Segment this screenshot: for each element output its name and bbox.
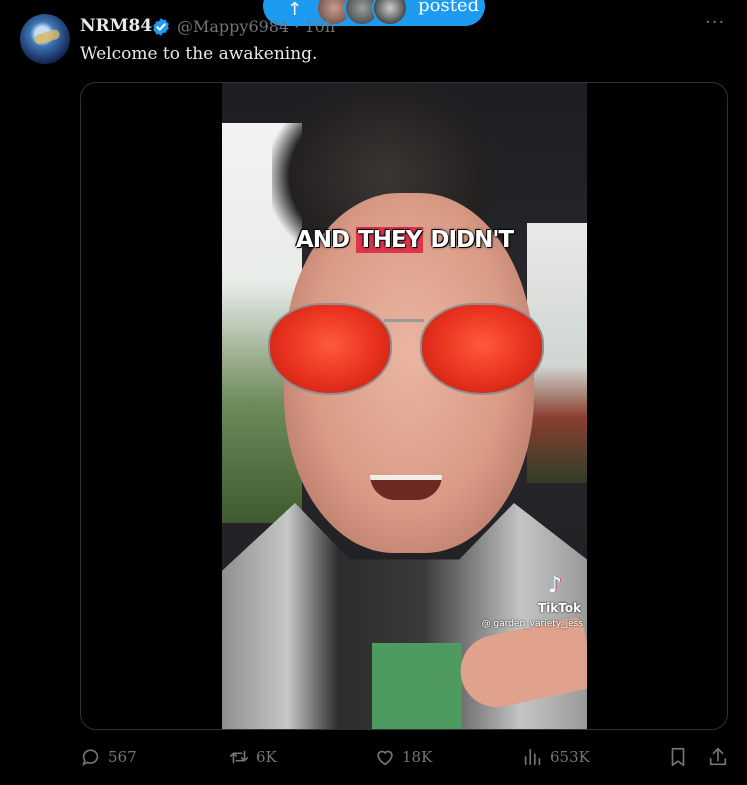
tweet-text: Welcome to the awakening. (80, 44, 318, 64)
reply-button[interactable]: 567 (80, 746, 137, 768)
repost-button[interactable]: 6K (228, 746, 277, 768)
video-player[interactable]: AND THEY DIDN'T ♪ TikTok @ garden_variet… (80, 82, 728, 730)
share-button[interactable] (707, 746, 735, 768)
author-avatar[interactable] (20, 14, 70, 64)
video-caption: AND THEY DIDN'T (295, 227, 514, 253)
video-frame[interactable]: AND THEY DIDN'T ♪ TikTok @ garden_variet… (222, 83, 587, 729)
action-bar: 567 6K 18K 653K (80, 740, 740, 776)
repost-icon (229, 750, 249, 764)
bookmark-button[interactable] (667, 746, 695, 768)
verified-badge-icon (153, 18, 169, 36)
reply-count: 567 (108, 748, 137, 766)
bookmark-icon (671, 747, 685, 767)
tiktok-watermark: TikTok (538, 601, 582, 615)
heart-icon (377, 750, 393, 766)
tiktok-logo-icon: ♪ (548, 573, 563, 598)
author-display-name[interactable]: NRM84 (80, 16, 152, 36)
share-icon (709, 747, 727, 766)
tiktok-username: @ garden_variety_jess (481, 619, 583, 629)
views-count: 653K (550, 748, 590, 766)
new-posts-label: posted (418, 0, 480, 16)
views-button[interactable]: 653K (522, 746, 590, 768)
views-chart-icon (524, 748, 541, 766)
poster-avatar (372, 0, 409, 26)
like-count: 18K (402, 748, 433, 766)
like-button[interactable]: 18K (374, 746, 432, 768)
reply-icon (82, 749, 99, 767)
more-options-icon[interactable]: ··· (705, 12, 725, 33)
repost-count: 6K (256, 748, 277, 766)
author-handle-and-time[interactable]: @Mappy6984 · 10h (177, 17, 335, 36)
